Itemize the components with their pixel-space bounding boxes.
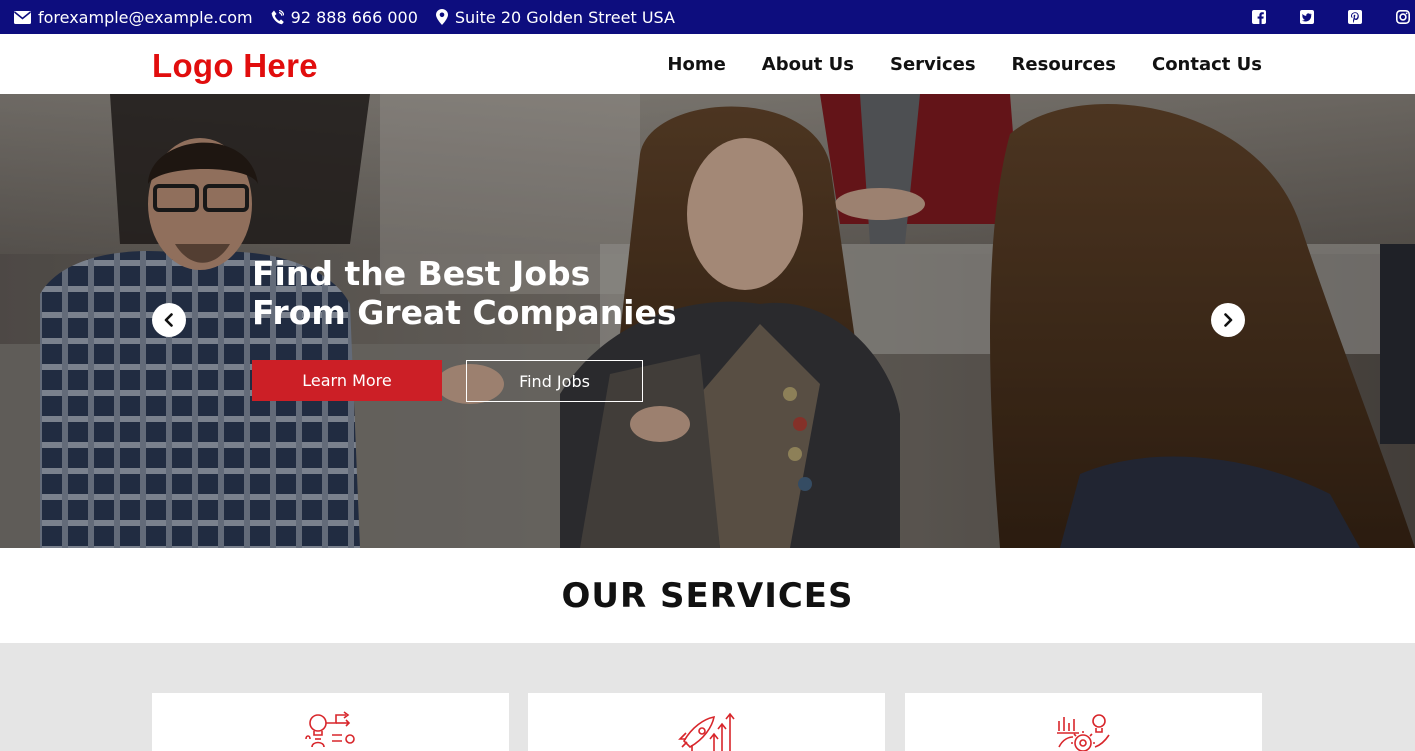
logo[interactable]: Logo Here bbox=[152, 47, 318, 85]
hero-title-line2: From Great Companies bbox=[252, 293, 677, 332]
map-marker-icon bbox=[435, 9, 448, 25]
envelope-icon bbox=[14, 10, 31, 24]
nav-contact-us[interactable]: Contact Us bbox=[1152, 54, 1262, 75]
email-link[interactable]: forexample@example.com bbox=[14, 8, 253, 27]
contact-info: forexample@example.com 92 888 666 000 Su… bbox=[14, 0, 693, 34]
social-links bbox=[1218, 0, 1415, 34]
chevron-right-icon bbox=[1224, 313, 1233, 327]
services-section bbox=[0, 643, 1415, 751]
learn-more-button[interactable]: Learn More bbox=[252, 360, 442, 401]
phone-icon bbox=[271, 9, 284, 24]
address-text: Suite 20 Golden Street USA bbox=[454, 7, 675, 27]
slider-next-button[interactable] bbox=[1211, 303, 1245, 337]
nav-services[interactable]: Services bbox=[890, 54, 976, 75]
instagram-icon[interactable] bbox=[1396, 10, 1410, 24]
service-card[interactable] bbox=[905, 693, 1262, 751]
find-jobs-button[interactable]: Find Jobs bbox=[466, 360, 643, 402]
idea-gears-icon bbox=[305, 711, 355, 748]
top-bar: forexample@example.com 92 888 666 000 Su… bbox=[0, 0, 1415, 34]
nav-home[interactable]: Home bbox=[667, 54, 725, 75]
site-header: Logo Here Home About Us Services Resourc… bbox=[0, 34, 1415, 94]
services-heading: OUR SERVICES bbox=[561, 575, 854, 616]
twitter-icon[interactable] bbox=[1300, 10, 1314, 24]
analytics-gear-icon bbox=[1057, 714, 1110, 751]
email-text: forexample@example.com bbox=[38, 7, 253, 27]
phone-link[interactable]: 92 888 666 000 bbox=[271, 8, 418, 27]
facebook-icon[interactable] bbox=[1252, 10, 1266, 24]
rocket-growth-icon bbox=[678, 712, 735, 751]
address-link[interactable]: Suite 20 Golden Street USA bbox=[435, 7, 675, 27]
service-card[interactable] bbox=[152, 693, 509, 751]
nav-resources[interactable]: Resources bbox=[1012, 54, 1116, 75]
slider-prev-button[interactable] bbox=[152, 303, 186, 337]
chevron-left-icon bbox=[164, 313, 173, 327]
service-card[interactable] bbox=[528, 693, 885, 751]
pinterest-icon[interactable] bbox=[1348, 10, 1362, 24]
nav-about-us[interactable]: About Us bbox=[762, 54, 854, 75]
hero-slider: Find the Best Jobs From Great Companies … bbox=[0, 94, 1415, 548]
hero-title: Find the Best Jobs From Great Companies bbox=[252, 254, 677, 332]
hero-title-line1: Find the Best Jobs bbox=[252, 254, 591, 293]
phone-text: 92 888 666 000 bbox=[290, 7, 418, 27]
hero-background-photo bbox=[0, 94, 1415, 548]
main-nav: Home About Us Services Resources Contact… bbox=[631, 34, 1262, 94]
